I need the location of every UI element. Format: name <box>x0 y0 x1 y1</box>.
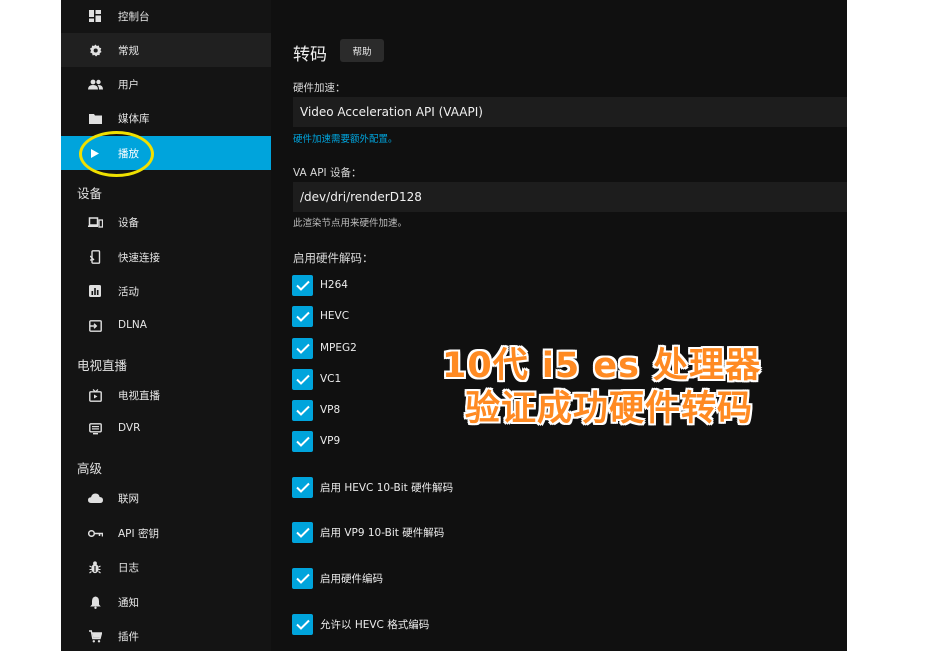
activity-icon <box>87 283 103 299</box>
play-icon <box>87 145 103 161</box>
sidebar-item-label: 控制台 <box>118 11 150 23</box>
folder-icon <box>87 110 103 126</box>
sidebar-item-label: DVR <box>118 422 141 434</box>
checkmark-icon <box>292 521 313 543</box>
dashboard-icon <box>87 8 103 24</box>
cart-icon <box>87 628 103 644</box>
codec-label: H264 <box>320 279 348 291</box>
bell-icon <box>87 594 103 610</box>
sidebar-item-label: 插件 <box>118 631 139 643</box>
codec-checkbox-h264[interactable]: H264 <box>292 274 348 296</box>
help-button[interactable]: 帮助 <box>340 39 384 62</box>
hw-accel-config-link[interactable]: 硬件加速需要额外配置。 <box>293 131 398 145</box>
sidebar-item-dashboard[interactable]: 控制台 <box>61 0 271 33</box>
option-checkbox-vp9-10bit[interactable]: 启用 VP9 10-Bit 硬件解码 <box>292 521 444 543</box>
sidebar-item-libraries[interactable]: 媒体库 <box>61 101 271 135</box>
hw-accel-label: 硬件加速： <box>293 82 346 94</box>
option-checkbox-hevc-encoding[interactable]: 允许以 HEVC 格式编码 <box>292 613 429 635</box>
sidebar-item-playback[interactable]: 播放 <box>61 136 271 170</box>
codec-label: VP8 <box>320 404 341 416</box>
users-icon <box>87 76 103 92</box>
sidebar-item-quick-connect[interactable]: 快速连接 <box>61 240 271 274</box>
main-content: 转码 帮助 硬件加速： Video Acceleration API (VAAP… <box>271 0 847 651</box>
sidebar-item-label: 电视直播 <box>118 390 160 402</box>
sidebar-item-label: 媒体库 <box>118 113 150 125</box>
hw-decode-label: 启用硬件解码： <box>293 251 374 265</box>
option-label: 启用 VP9 10-Bit 硬件解码 <box>320 526 445 539</box>
overlay-caption-line2: 验证成功硬件转码 <box>465 389 754 429</box>
sidebar-item-label: 快速连接 <box>118 252 160 264</box>
sidebar-item-live-tv[interactable]: 电视直播 <box>61 378 271 412</box>
codec-label: VC1 <box>320 373 342 385</box>
app-window: 控制台 常规 用户 媒体库 播放 设备 设备 快速连接 活动 DLNA 电视直播… <box>61 0 847 651</box>
sidebar-item-dlna[interactable]: DLNA <box>61 309 271 343</box>
checkmark-icon <box>292 368 313 390</box>
sidebar-item-label: 联网 <box>118 493 139 505</box>
sidebar-item-label: API 密钥 <box>118 528 159 540</box>
codec-label: HEVC <box>320 310 350 322</box>
sidebar-item-activity[interactable]: 活动 <box>61 274 271 308</box>
codec-checkbox-vc1[interactable]: VC1 <box>292 368 341 390</box>
section-header-devices: 设备 <box>77 186 103 201</box>
sidebar-item-api-keys[interactable]: API 密钥 <box>61 516 271 550</box>
hw-accel-select-value: Video Acceleration API (VAAPI) <box>300 105 483 119</box>
codec-label: MPEG2 <box>320 342 357 354</box>
option-label: 启用硬件编码 <box>320 572 383 585</box>
bug-icon <box>87 559 103 575</box>
vaapi-device-hint: 此渲染节点用来硬件加速。 <box>293 218 408 229</box>
tv-icon <box>87 387 103 403</box>
devices-icon <box>87 214 103 230</box>
checkmark-icon <box>292 613 313 635</box>
checkmark-icon <box>292 567 313 589</box>
page-title: 转码 <box>293 45 327 65</box>
input-icon <box>87 318 103 334</box>
sidebar-item-devices[interactable]: 设备 <box>61 205 271 239</box>
hw-accel-select[interactable]: Video Acceleration API (VAAPI) <box>293 97 847 127</box>
gear-icon <box>87 42 103 58</box>
sidebar-item-general[interactable]: 常规 <box>61 33 271 67</box>
checkmark-icon <box>292 430 313 452</box>
codec-label: VP9 <box>320 435 341 447</box>
sidebar-item-label: 用户 <box>118 79 139 91</box>
vaapi-device-value: /dev/dri/renderD128 <box>300 190 422 204</box>
sidebar-item-dvr[interactable]: DVR <box>61 412 271 446</box>
sidebar-item-label: 日志 <box>118 562 139 574</box>
checkmark-icon <box>292 399 313 421</box>
codec-checkbox-vp9[interactable]: VP9 <box>292 430 340 452</box>
cloud-icon <box>87 490 103 506</box>
sidebar-item-networking[interactable]: 联网 <box>61 481 271 515</box>
key-icon <box>87 525 103 541</box>
sidebar-item-label: 设备 <box>118 217 139 229</box>
sidebar-item-logs[interactable]: 日志 <box>61 550 271 584</box>
sidebar-item-label: 通知 <box>118 597 139 609</box>
checkmark-icon <box>292 305 313 327</box>
sidebar-item-notifications[interactable]: 通知 <box>61 585 271 619</box>
checkmark-icon <box>292 274 313 296</box>
codec-checkbox-hevc[interactable]: HEVC <box>292 305 349 327</box>
option-checkbox-hw-encoding[interactable]: 启用硬件编码 <box>292 567 383 589</box>
section-header-advanced: 高级 <box>77 461 103 476</box>
checkmark-icon <box>292 476 313 498</box>
sidebar-item-label: 常规 <box>118 45 139 57</box>
vaapi-device-input[interactable]: /dev/dri/renderD128 <box>293 182 847 212</box>
dvr-icon <box>87 421 103 437</box>
sidebar: 控制台 常规 用户 媒体库 播放 设备 设备 快速连接 活动 DLNA 电视直播… <box>61 0 271 651</box>
option-checkbox-hevc-10bit[interactable]: 启用 HEVC 10-Bit 硬件解码 <box>292 476 453 498</box>
option-label: 启用 HEVC 10-Bit 硬件解码 <box>320 481 454 494</box>
sidebar-item-label: DLNA <box>118 319 147 331</box>
vaapi-device-label: VA API 设备： <box>293 167 362 179</box>
sidebar-item-label: 活动 <box>118 286 139 298</box>
sidebar-item-plugins[interactable]: 插件 <box>61 619 271 651</box>
checkmark-icon <box>292 337 313 359</box>
codec-checkbox-mpeg2[interactable]: MPEG2 <box>292 337 357 359</box>
codec-checkbox-vp8[interactable]: VP8 <box>292 399 340 421</box>
sidebar-item-label: 播放 <box>118 148 139 160</box>
section-header-live-tv: 电视直播 <box>77 358 128 373</box>
phone-link-icon <box>87 249 103 265</box>
sidebar-item-users[interactable]: 用户 <box>61 67 271 101</box>
option-label: 允许以 HEVC 格式编码 <box>320 618 430 631</box>
